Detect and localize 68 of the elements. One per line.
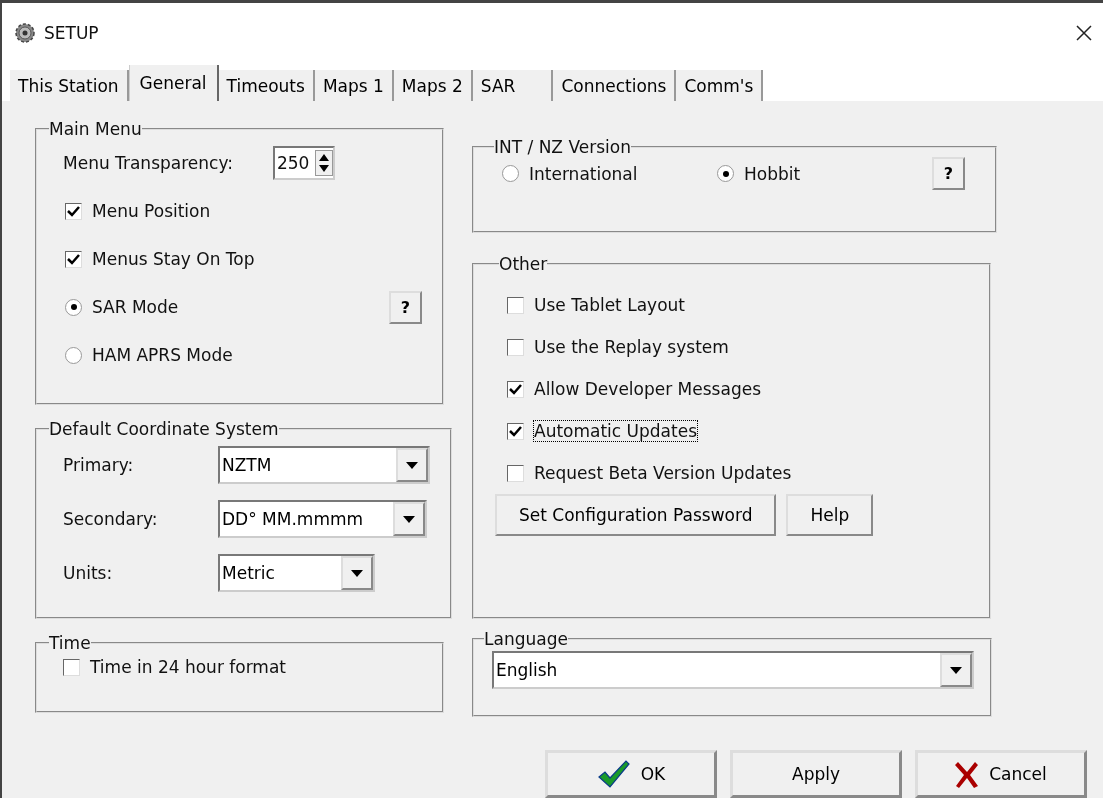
field-label: Menu Transparency: <box>63 153 233 173</box>
dialog-button[interactable]: Set Configuration Password <box>495 494 777 536</box>
option-label: Menus Stay On Top <box>92 249 255 269</box>
dropdown[interactable]: DD° MM.mmmm <box>218 500 427 538</box>
spin-box[interactable]: 250 <box>272 146 336 180</box>
group-title: Time <box>49 633 91 653</box>
help-button[interactable]: ? <box>389 290 422 324</box>
check-icon <box>509 382 522 396</box>
tab[interactable]: SAR <box>472 70 554 101</box>
tab[interactable]: Connections <box>553 70 677 101</box>
option-label: Use Tablet Layout <box>534 295 685 315</box>
check-icon <box>67 252 80 266</box>
dropdown-arrow-icon <box>351 569 363 577</box>
checkbox[interactable] <box>507 338 524 356</box>
option-label: Menu Position <box>92 201 211 221</box>
radio-button[interactable] <box>717 165 734 182</box>
checkbox[interactable] <box>507 296 524 314</box>
checkbox[interactable] <box>507 422 524 440</box>
option-label: Request Beta Version Updates <box>534 463 792 483</box>
spin-arrows-icon[interactable] <box>315 150 334 176</box>
checkbox[interactable] <box>65 202 82 220</box>
cancel-button[interactable]: Cancel <box>915 750 1087 798</box>
dialog-button[interactable]: Help <box>786 494 874 536</box>
group-title: Default Coordinate System <box>49 419 279 439</box>
option-label: Time in 24 hour format <box>90 657 286 677</box>
dropdown-arrow-icon <box>406 461 418 469</box>
dropdown-arrow-icon <box>950 666 962 674</box>
group-title: Other <box>499 254 548 274</box>
checkmark-icon <box>596 759 631 789</box>
option-label: SAR Mode <box>92 297 179 317</box>
dropdown[interactable]: Metric <box>218 554 375 592</box>
option-label: International <box>529 163 638 184</box>
checkbox[interactable] <box>65 250 82 268</box>
field-label: Secondary: <box>63 509 159 529</box>
dropdown[interactable]: NZTM <box>218 446 430 484</box>
group-title: Main Menu <box>49 119 142 139</box>
check-icon <box>67 204 80 218</box>
tab[interactable]: Maps 2 <box>393 70 473 101</box>
option-label: Hobbit <box>744 163 801 184</box>
option-label: Automatic Updates <box>534 421 697 441</box>
field-label: Primary: <box>63 455 135 475</box>
option-label: Allow Developer Messages <box>534 379 761 399</box>
checkbox[interactable] <box>507 464 524 482</box>
close-icon[interactable] <box>1075 24 1093 42</box>
group-title: INT / NZ Version <box>494 137 631 157</box>
group-title: Language <box>484 629 568 649</box>
window-title: SETUP <box>44 23 100 43</box>
option-label: HAM APRS Mode <box>92 345 233 365</box>
ok-button[interactable]: OK <box>545 750 717 798</box>
tab[interactable]: This Station <box>10 70 129 101</box>
radio-button[interactable] <box>65 298 82 316</box>
tab[interactable]: Maps 1 <box>314 70 394 101</box>
checkbox[interactable] <box>507 380 524 398</box>
tab[interactable]: Timeouts <box>218 70 315 101</box>
dropdown-arrow-icon <box>403 515 415 523</box>
dropdown[interactable]: English <box>492 651 974 689</box>
apply-button[interactable]: Apply <box>730 750 902 798</box>
gear-icon <box>14 22 36 44</box>
tab[interactable]: Comm's <box>676 70 764 101</box>
radio-button[interactable] <box>65 346 82 364</box>
radio-button[interactable] <box>502 165 519 182</box>
option-label: Use the Replay system <box>534 337 729 357</box>
check-icon <box>509 424 522 438</box>
tab[interactable]: General <box>128 65 219 101</box>
cross-icon <box>955 760 980 788</box>
checkbox[interactable] <box>63 658 80 676</box>
help-button[interactable]: ? <box>932 157 965 190</box>
field-label: Units: <box>63 563 114 583</box>
